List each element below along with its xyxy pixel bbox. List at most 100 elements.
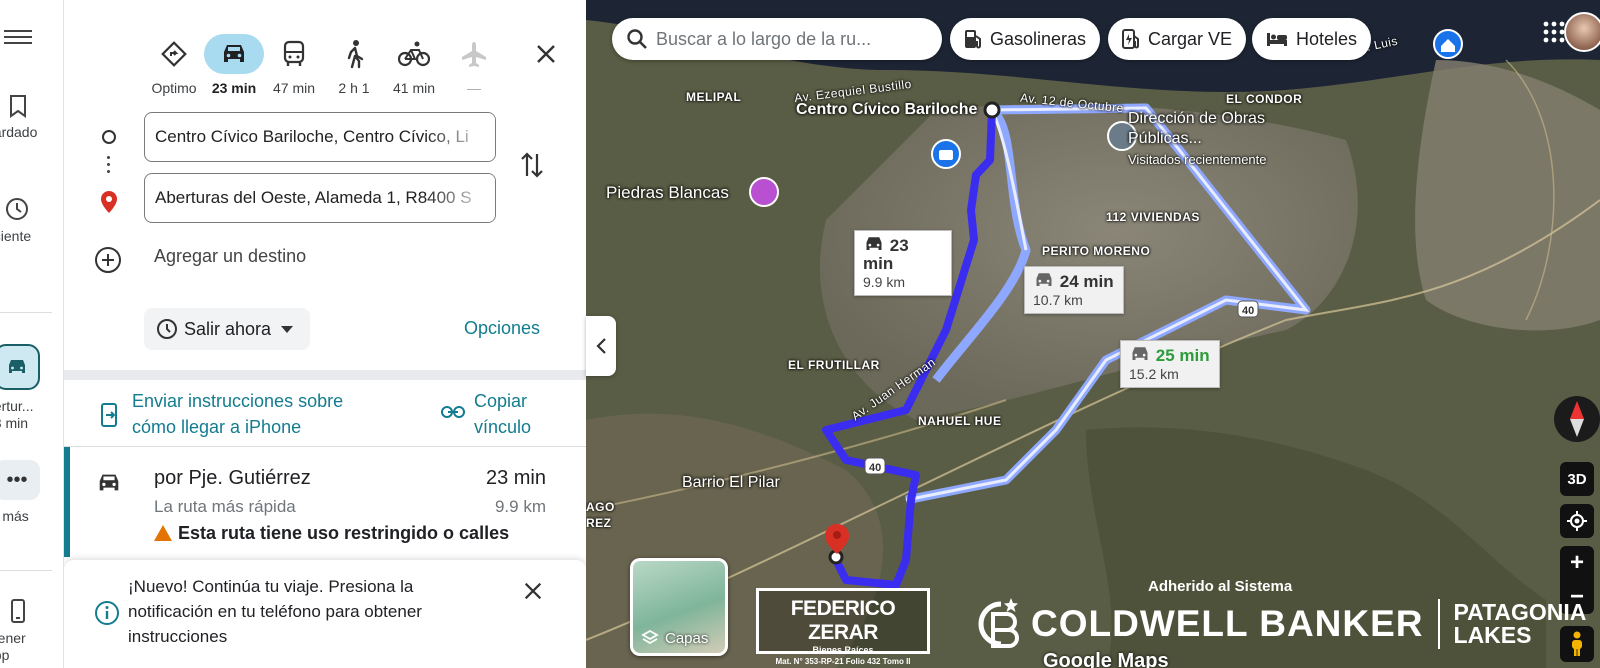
copy-link-button[interactable]: Copiar vínculo [474,388,564,440]
chip-hotels[interactable]: Hoteles [1252,18,1372,60]
sign-name: FEDERICO ZERAR [790,597,896,644]
place-visitados: Visitados recientemente [1128,152,1267,167]
chip-ev-charging[interactable]: Cargar VE [1108,18,1247,60]
my-location-button[interactable] [1560,504,1594,538]
close-icon[interactable] [522,580,544,602]
car-icon [1132,347,1148,360]
rail-label-more: er más [0,508,29,524]
sign-sub: Bienes Raíces [812,645,874,655]
brand-divider [1437,599,1440,649]
route-callout-3[interactable]: 25 min 15.2 km [1120,340,1220,388]
left-rail: uardado eciente s bertur... 23 min ••• e… [0,0,64,668]
directions-icon [161,41,187,67]
map-canvas[interactable]: 40 40 MELIPAL Centro Cívico Bariloche EL… [586,0,1600,668]
mode-walk-label: 2 h 1 [338,80,370,96]
rail-more-caption: er más [0,508,64,525]
compass-icon [1570,401,1584,437]
3d-button[interactable]: 3D [1560,462,1594,496]
send-to-phone-icon[interactable] [100,402,120,428]
rail-label-saved: uardado [0,124,38,140]
send-to-phone-link[interactable]: Enviar instrucciones sobre cómo llegar a… [132,388,392,440]
place-el-condor: EL CONDOR [1226,92,1303,106]
swap-icon[interactable] [520,150,544,180]
place-obras-publicas[interactable]: Dirección de Obras Públicas... [1128,109,1278,149]
callout-time: 25 min [1155,346,1210,365]
history-icon [6,198,28,220]
mode-transit[interactable]: 47 min [264,34,324,96]
zoom-in-button[interactable]: + [1560,546,1594,580]
chip-gas-stations[interactable]: Gasolineras [950,18,1101,60]
layers-button[interactable]: Capas [630,558,728,656]
rail-divider [0,570,52,571]
route-option-card[interactable]: por Pje. Gutiérrez La ruta más rápida 23… [64,447,586,557]
route-warning: Esta ruta tiene uso restringido o calles [154,523,509,544]
menu-icon[interactable] [4,26,32,48]
airplane-icon [462,42,486,67]
google-maps-watermark: Google Maps [1043,650,1169,668]
cb-logo-icon [978,598,1019,648]
rail-divider [0,312,52,313]
destination-pin-icon [101,191,117,213]
route-search-placeholder: Buscar a lo largo de la ru... [656,28,872,49]
brand-name: COLDWELL BANKER [1031,603,1424,644]
mode-bike[interactable]: 41 min [384,34,444,96]
add-destination-icon[interactable] [94,246,122,274]
rail-item-get-app[interactable]: btener app [0,598,64,664]
origin-value: Centro Cívico Bariloche, Centro Cívico, … [155,127,469,146]
notice-text: ¡Nuevo! Continúa tu viaje. Presiona la n… [128,577,422,646]
collapse-panel-button[interactable] [586,316,616,376]
car-icon [866,237,882,250]
place-centro-civico[interactable]: Centro Cívico Bariloche [796,101,977,119]
rail-item-recent[interactable]: eciente s [0,196,64,262]
shield-label: 40 [869,462,881,474]
mode-car[interactable]: 23 min [204,34,264,96]
rail-route-caption: bertur... 23 min [0,398,64,432]
destination-input[interactable]: Aberturas del Oeste, Alameda 1, R8400 S [144,173,496,223]
brand-adherido: Adherido al Sistema [1148,578,1293,595]
mode-flight[interactable]: — [444,34,504,96]
coldwell-banker-logo: COLDWELL BANKER PATAGONIA LAKES [971,594,1586,654]
search-icon [627,29,647,49]
link-icon[interactable] [440,404,466,420]
route-time: 23 min [485,467,546,489]
apps-grid-icon[interactable] [1542,20,1566,44]
mode-best[interactable]: Optimo [144,34,204,96]
route-distance: 9.9 km [494,497,546,516]
bed-icon [1267,33,1287,46]
caret-down-icon [281,325,294,333]
compass-control[interactable] [1554,396,1600,442]
warning-icon [154,525,172,541]
new-feature-notice: ¡Nuevo! Continúa tu viaje. Presiona la n… [64,560,586,668]
rail-item-more[interactable]: ••• [0,460,40,500]
route-callout-2[interactable]: 24 min 10.7 km [1024,266,1124,314]
mode-walk[interactable]: 2 h 1 [324,34,384,96]
layers-icon [641,629,659,645]
add-destination-button[interactable]: Agregar un destino [154,246,306,267]
place-el-frutillar: EL FRUTILLAR [788,358,880,372]
selected-accent [64,447,70,557]
origin-input[interactable]: Centro Cívico Bariloche, Centro Cívico, … [144,112,496,162]
bike-icon [398,41,430,67]
mode-best-label: Optimo [151,80,197,96]
bus-icon [283,40,305,66]
route-callout-1[interactable]: 23 min 9.9 km [854,230,952,296]
car-icon [9,360,25,373]
avatar[interactable] [1564,12,1600,52]
car-icon [1036,273,1052,286]
route-search-input[interactable]: Buscar a lo largo de la ru... [612,18,942,60]
rail-item-recent-route[interactable] [0,344,40,390]
rail-item-saved[interactable]: uardado [0,94,64,141]
depart-now-dropdown[interactable]: Salir ahora [144,308,310,350]
options-link[interactable]: Opciones [464,318,540,339]
place-ago: AGO [586,500,615,514]
callout-distance: 10.7 km [1033,292,1083,308]
car-icon [99,474,119,491]
close-icon[interactable] [534,42,558,66]
mode-car-label: 23 min [211,80,257,96]
callout-distance: 9.9 km [863,274,906,290]
bookmark-icon [10,95,26,118]
mode-flight-label: — [467,80,481,96]
place-piedras-blancas[interactable]: Piedras Blancas [606,183,729,203]
place-nahuel-hue: NAHUEL HUE [918,414,1002,428]
rail-label-route: bertur... 23 min [0,398,34,431]
